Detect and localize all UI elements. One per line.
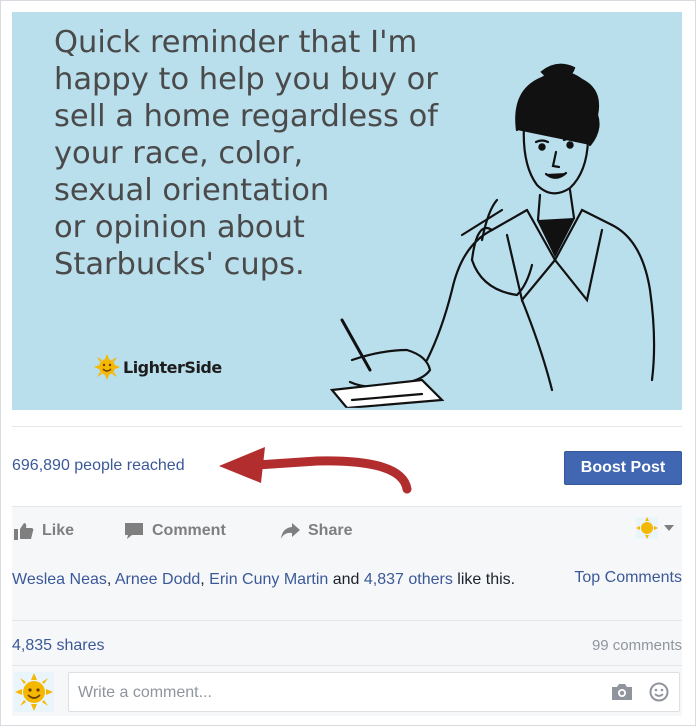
people-reached-link[interactable]: 696,890 people reached <box>12 457 185 475</box>
likes-summary: Weslea Neas, Arnee Dodd, Erin Cuny Marti… <box>12 554 682 621</box>
liker-name-link[interactable]: Arnee Dodd <box>115 571 200 588</box>
top-comments-dropdown[interactable]: Top Comments <box>574 569 682 587</box>
comment-composer <box>12 666 682 716</box>
camera-icon[interactable] <box>611 683 633 701</box>
comment-label: Comment <box>152 522 226 539</box>
screenshot-frame: Quick reminder that I'm happy to help yo… <box>0 0 696 726</box>
post-actions-bar: Like Comment Share <box>12 506 682 556</box>
lighterside-logo: LighterSide <box>94 352 222 382</box>
share-label: Share <box>308 522 353 539</box>
shares-row: 4,835 shares 99 comments <box>12 621 682 666</box>
like-label: Like <box>42 522 75 539</box>
like-button[interactable]: Like <box>14 507 74 555</box>
comment-box <box>68 672 680 713</box>
comment-input[interactable] <box>69 673 600 713</box>
post-image[interactable]: Quick reminder that I'm happy to help yo… <box>12 12 682 410</box>
separator: , <box>106 571 115 588</box>
likes-suffix: like this. <box>452 571 516 588</box>
logo-wordmark: LighterSide <box>123 357 222 377</box>
share-arrow-icon <box>281 523 300 539</box>
share-button[interactable]: Share <box>280 507 352 555</box>
facebook-post: Quick reminder that I'm happy to help yo… <box>12 12 682 716</box>
red-arrow-annotation <box>219 447 412 494</box>
post-as-page-selector[interactable] <box>636 517 674 539</box>
shares-link[interactable]: 4,835 shares <box>12 637 105 655</box>
liker-name-link[interactable]: Weslea Neas <box>12 571 107 588</box>
retro-woman-illustration <box>312 63 672 410</box>
page-avatar-icon <box>636 517 658 539</box>
emoji-icon[interactable] <box>649 682 669 702</box>
boost-post-button[interactable]: Boost Post <box>564 451 682 485</box>
sun-logo-icon <box>94 354 120 380</box>
likes-sentence: Weslea Neas, Arnee Dodd, Erin Cuny Marti… <box>12 569 532 591</box>
reach-bar: 696,890 people reached Boost Post <box>12 426 682 507</box>
separator: , <box>200 571 210 588</box>
avatar <box>14 672 54 712</box>
comments-count[interactable]: 99 comments <box>592 637 682 654</box>
liker-name-link[interactable]: Erin Cuny Martin <box>209 571 328 588</box>
comment-bubble-icon <box>125 523 143 539</box>
comment-button[interactable]: Comment <box>124 507 226 555</box>
chevron-down-icon <box>664 525 674 531</box>
thumbs-up-icon <box>14 523 34 540</box>
conjunction: and <box>328 571 364 588</box>
others-likes-link[interactable]: 4,837 others <box>364 571 453 588</box>
